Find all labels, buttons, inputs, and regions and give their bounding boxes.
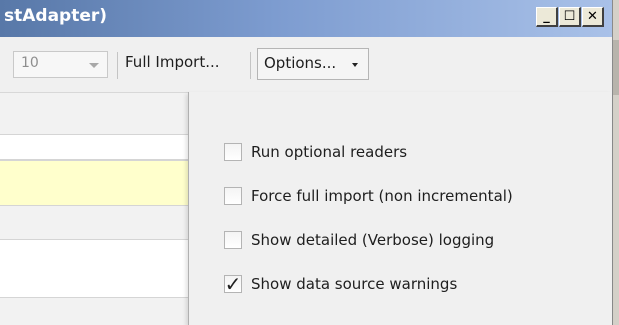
checkbox[interactable] xyxy=(224,187,242,205)
background-row xyxy=(0,240,190,298)
check-icon: ✓ xyxy=(224,272,242,296)
option-label: Show data source warnings xyxy=(251,275,458,293)
option-data-source-warnings[interactable]: ✓ Show data source warnings xyxy=(224,272,457,296)
maximize-button[interactable]: ☐ xyxy=(559,7,581,27)
count-combobox[interactable]: 10 xyxy=(13,51,108,78)
close-icon: ✕ xyxy=(587,9,598,24)
options-dropdown-button[interactable]: Options... xyxy=(257,48,369,80)
background-row xyxy=(0,135,190,160)
option-run-optional-readers[interactable]: Run optional readers xyxy=(224,140,407,164)
title-bar: stAdapter) _ ☐ ✕ xyxy=(0,0,612,37)
checkbox[interactable] xyxy=(224,143,242,161)
full-import-button[interactable]: Full Import... xyxy=(125,53,220,71)
option-label: Show detailed (Verbose) logging xyxy=(251,231,495,249)
window-controls: _ ☐ ✕ xyxy=(536,7,604,27)
window-title: stAdapter) xyxy=(4,6,108,26)
options-menu: Run optional readers Force full import (… xyxy=(188,92,612,325)
chevron-down-icon xyxy=(89,63,99,68)
toolbar-separator xyxy=(117,52,118,79)
background-row xyxy=(0,206,190,240)
option-verbose-logging[interactable]: Show detailed (Verbose) logging xyxy=(224,228,494,252)
count-value: 10 xyxy=(21,55,39,71)
checkbox-checked[interactable]: ✓ xyxy=(224,272,242,296)
toolbar: 10 Full Import... Options... xyxy=(0,37,612,93)
chevron-down-icon xyxy=(352,63,358,67)
maximize-icon: ☐ xyxy=(563,9,576,24)
minimize-button[interactable]: _ xyxy=(536,7,558,27)
option-label: Run optional readers xyxy=(251,143,408,161)
minimize-icon: _ xyxy=(543,9,550,24)
background-row xyxy=(0,298,190,325)
option-force-full-import[interactable]: Force full import (non incremental) xyxy=(224,184,513,208)
scrollbar-thumb[interactable] xyxy=(613,40,619,95)
close-button[interactable]: ✕ xyxy=(582,7,604,27)
window-right-edge xyxy=(612,0,619,325)
options-label: Options... xyxy=(264,54,337,72)
option-label: Force full import (non incremental) xyxy=(251,187,513,205)
highlighted-row xyxy=(0,160,190,206)
toolbar-separator xyxy=(250,52,251,79)
checkbox[interactable] xyxy=(224,231,242,249)
background-row xyxy=(0,93,190,135)
